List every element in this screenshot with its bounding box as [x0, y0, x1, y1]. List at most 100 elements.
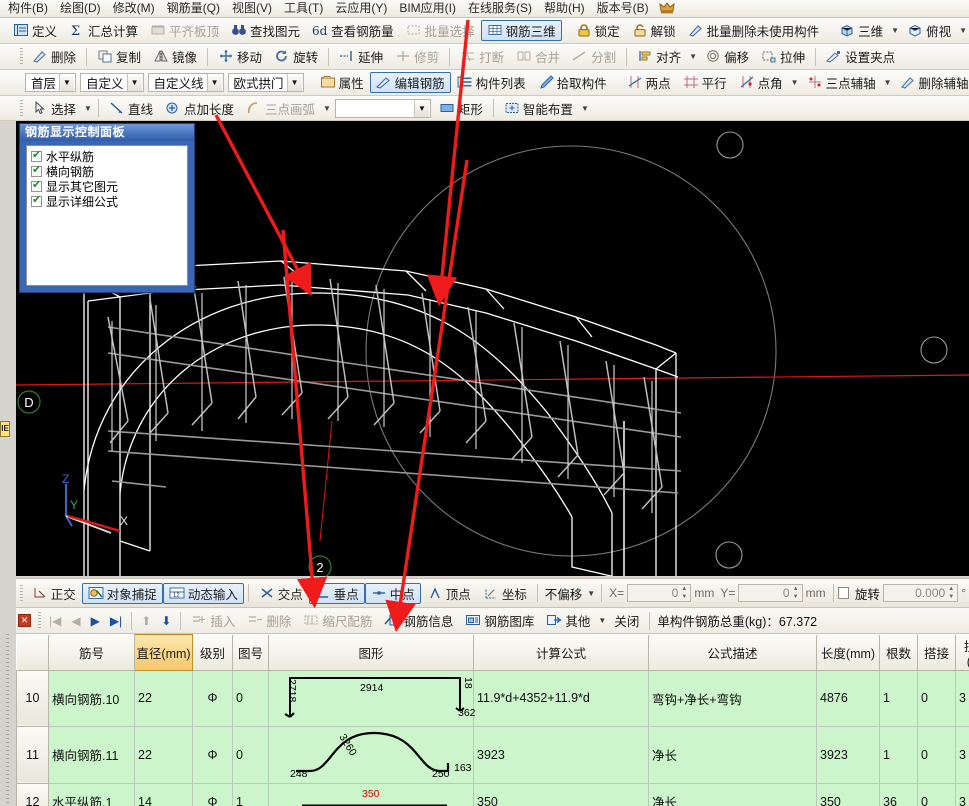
arc-mode-selector[interactable]: ▼	[334, 98, 431, 118]
cell-lap[interactable]: 0	[917, 726, 956, 784]
ortho-toggle[interactable]: 正交	[26, 583, 82, 604]
delete-axis-button[interactable]: 删除辅轴	[894, 72, 969, 93]
menu-item-modify[interactable]: 修改(M)	[107, 0, 161, 17]
menu-item-version[interactable]: 版本号(B)	[591, 0, 655, 17]
checkbox[interactable]	[31, 149, 42, 162]
define-button[interactable]: 定义	[7, 20, 63, 41]
other-dropdown-arrow[interactable]: ▼	[596, 616, 608, 625]
subcategory-selector[interactable]: 自定义线 ▼	[147, 73, 224, 92]
vertex-snap-toggle[interactable]: 顶点	[421, 583, 477, 604]
close-rebar-panel-button[interactable]: 关闭	[608, 610, 645, 631]
checkbox[interactable]	[31, 194, 42, 207]
offset-mode-value[interactable]: 不偏移	[542, 584, 586, 603]
chevron-down-icon[interactable]: ▼	[59, 74, 75, 91]
perpendicular-snap-toggle[interactable]: 垂点	[308, 582, 365, 604]
chevron-down-icon[interactable]: ▼	[413, 99, 429, 117]
cell-rownum[interactable]: 10	[16, 669, 49, 727]
rebar-option-horizontal-longitudinal[interactable]: 水平纵筋	[31, 149, 183, 164]
spinner-icon[interactable]: ▲ ▼	[946, 586, 956, 600]
cell-grade[interactable]: Φ	[192, 726, 233, 784]
x-coordinate-input[interactable]: 0 ▲ ▼	[627, 584, 692, 602]
cell-lap[interactable]: 0	[917, 670, 956, 727]
cell-length[interactable]: 350	[816, 783, 880, 806]
cell-draw-no[interactable]: 0	[232, 670, 269, 727]
align-button[interactable]: 对齐	[631, 46, 687, 67]
cell-grade[interactable]: Φ	[192, 670, 233, 727]
cell-count[interactable]: 36	[879, 783, 918, 806]
view-rebar-qty-button[interactable]: 6d 查看钢筋量	[306, 20, 400, 41]
cell-formula[interactable]: 350	[473, 783, 649, 806]
select-button[interactable]: 选择	[26, 98, 82, 119]
cell-formula-desc[interactable]: 净长	[648, 726, 817, 784]
cell-formula-desc[interactable]: 弯钩+净长+弯钩	[648, 670, 817, 727]
cell-diameter[interactable]: 22	[134, 726, 193, 784]
point-plus-length-button[interactable]: 点加长度	[159, 98, 240, 119]
chevron-down-icon[interactable]: ▼	[286, 74, 302, 91]
table-row[interactable]: 10 横向钢筋.10 22 Φ 0 2914 2718 18 362 11.9*…	[16, 669, 969, 727]
cell-formula[interactable]: 11.9*d+4352+11.9*d	[473, 670, 649, 727]
rotate-checkbox[interactable]	[837, 587, 849, 599]
rebar-table[interactable]: 筋号 直径(mm) 级别 图号 图形 计算公式 公式描述 长度(mm) 根数 搭…	[16, 634, 969, 806]
category-selector[interactable]: 自定义 ▼	[80, 73, 144, 92]
cell-formula[interactable]: 3923	[473, 726, 649, 784]
col-header-grade[interactable]: 级别	[192, 634, 233, 671]
view-3d-dropdown-arrow[interactable]: ▼	[889, 26, 901, 35]
col-header-rownum[interactable]	[16, 634, 49, 671]
cell-length[interactable]: 3923	[816, 726, 880, 784]
col-header-shape[interactable]: 图形	[268, 634, 474, 671]
rebar-option-show-detailed-formula[interactable]: 显示详细公式	[31, 194, 183, 209]
delete-row-button[interactable]: 删除	[241, 610, 297, 631]
other-button[interactable]: 其他	[540, 610, 596, 631]
spinner-icon[interactable]: ▲ ▼	[679, 586, 689, 600]
move-button[interactable]: 移动	[212, 46, 268, 67]
properties-button[interactable]: 属性	[314, 72, 370, 93]
cell-draw-no[interactable]: 0	[232, 726, 269, 784]
cell-draw-no[interactable]: 1	[232, 783, 269, 806]
close-icon[interactable]: ✕	[18, 614, 31, 627]
three-point-arc-dropdown-arrow[interactable]: ▼	[321, 104, 333, 113]
col-header-rebar-no[interactable]: 筋号	[48, 634, 135, 671]
copy-button[interactable]: 复制	[91, 46, 147, 67]
menu-item-rebar-qty[interactable]: 钢筋量(Q)	[161, 0, 226, 17]
checkbox[interactable]	[31, 179, 42, 192]
snapbar-grip[interactable]	[20, 584, 23, 602]
toolbar-grip[interactable]	[20, 99, 23, 117]
coordinate-snap-toggle[interactable]: 坐标	[477, 583, 533, 604]
col-header-count[interactable]: 根数	[879, 634, 918, 671]
col-header-loss[interactable]: 损耗(%)	[955, 634, 969, 671]
col-header-formula[interactable]: 计算公式	[473, 634, 649, 671]
toolbar-grip[interactable]	[20, 48, 23, 65]
nav-first-button[interactable]: |◀	[44, 614, 66, 628]
scale-rebar-button[interactable]: 缩尺配筋	[297, 610, 378, 631]
component-selector[interactable]: 欧式拱门 ▼	[227, 73, 304, 92]
object-snap-toggle[interactable]: 对象捕捉	[81, 582, 163, 604]
col-header-formula-desc[interactable]: 公式描述	[648, 634, 817, 671]
menu-item-help[interactable]: 帮助(H)	[538, 0, 591, 17]
spinner-icon[interactable]: ▲ ▼	[791, 586, 801, 600]
cell-shape[interactable]: 350	[268, 783, 474, 806]
unlock-button[interactable]: 解锁	[626, 20, 682, 41]
point-angle-dropdown-arrow[interactable]: ▼	[789, 78, 801, 87]
cell-formula-desc[interactable]: 净长	[648, 783, 817, 806]
break-button[interactable]: 打断	[454, 46, 510, 67]
point-angle-axis-button[interactable]: 点角	[733, 72, 789, 93]
offset-mode-dropdown-arrow[interactable]: ▼	[585, 589, 597, 598]
three-point-axis-dropdown-arrow[interactable]: ▼	[882, 78, 894, 87]
table-row[interactable]: 12 水平纵筋.1 14 Φ 1 350 350 净长 350 36 0 3	[16, 782, 969, 806]
col-header-lap[interactable]: 搭接	[917, 634, 956, 671]
cell-loss[interactable]: 3	[955, 670, 969, 727]
y-coordinate-input[interactable]: 0 ▲ ▼	[738, 584, 803, 602]
stretch-button[interactable]: 拉伸	[755, 46, 811, 67]
cell-count[interactable]: 1	[879, 726, 918, 784]
extend-button[interactable]: 延伸	[333, 46, 389, 67]
top-view-button[interactable]: 俯视	[901, 20, 957, 41]
rebar-info-button[interactable]: 钢筋信息	[378, 610, 459, 631]
menu-item-bim-app[interactable]: BIM应用(I)	[393, 0, 462, 17]
insert-row-button[interactable]: 插入	[185, 610, 241, 631]
floor-selector[interactable]: 首层 ▼	[25, 73, 77, 92]
cell-loss[interactable]: 3	[955, 783, 969, 806]
dynamic-input-toggle[interactable]: 12 动态输入	[162, 582, 244, 604]
menu-item-tools[interactable]: 工具(T)	[278, 0, 329, 17]
pick-component-button[interactable]: 拾取构件	[532, 72, 613, 93]
cell-shape[interactable]: 3260 248 250 163	[268, 726, 474, 784]
